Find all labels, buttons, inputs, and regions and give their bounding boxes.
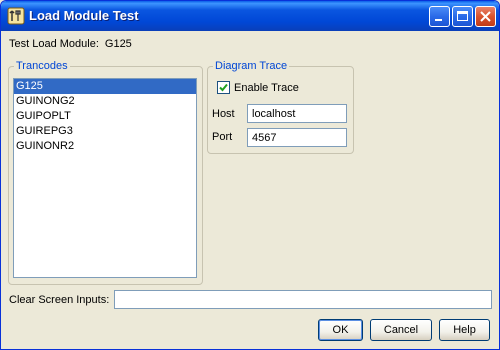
diagram-trace-group-title: Diagram Trace xyxy=(213,60,290,72)
checkmark-icon xyxy=(219,83,228,92)
title-bar[interactable]: Load Module Test xyxy=(1,1,499,31)
test-load-module-label: Test Load Module: xyxy=(9,38,99,50)
close-button[interactable] xyxy=(475,6,496,27)
list-item[interactable]: GUIREPG3 xyxy=(14,124,196,139)
minimize-button[interactable] xyxy=(429,6,450,27)
host-label: Host xyxy=(212,108,235,120)
maximize-button[interactable] xyxy=(452,6,473,27)
tools-icon xyxy=(7,7,25,25)
dialog-window: Load Module Test Test Load Module: G125 T… xyxy=(0,0,500,350)
clear-screen-inputs-field[interactable] xyxy=(114,290,492,309)
close-icon xyxy=(480,11,491,22)
help-button[interactable]: Help xyxy=(439,319,490,341)
enable-trace-row[interactable]: Enable Trace xyxy=(217,81,299,94)
list-item[interactable]: GUINONG2 xyxy=(14,94,196,109)
ok-button[interactable]: OK xyxy=(318,319,363,341)
trancodes-group-title: Trancodes xyxy=(14,60,70,72)
trancodes-group: Trancodes G125 GUINONG2 GUIPOPLT GUIREPG… xyxy=(8,60,203,285)
enable-trace-label[interactable]: Enable Trace xyxy=(234,82,299,94)
cancel-button[interactable]: Cancel xyxy=(370,319,432,341)
trancodes-list[interactable]: G125 GUINONG2 GUIPOPLT GUIREPG3 GUINONR2 xyxy=(13,78,197,278)
clear-screen-inputs-label: Clear Screen Inputs: xyxy=(9,294,110,306)
enable-trace-checkbox[interactable] xyxy=(217,81,230,94)
minimize-icon xyxy=(435,19,442,21)
port-input[interactable] xyxy=(247,128,347,147)
list-item[interactable]: GUINONR2 xyxy=(14,139,196,154)
window-title: Load Module Test xyxy=(29,8,139,23)
list-item[interactable]: G125 xyxy=(14,79,196,94)
diagram-trace-group: Diagram Trace Enable Trace Host Port xyxy=(207,60,354,154)
test-load-module-value: G125 xyxy=(104,38,132,50)
port-label: Port xyxy=(212,131,233,143)
test-load-module-row: Test Load Module: G125 xyxy=(9,38,138,50)
list-item[interactable]: GUIPOPLT xyxy=(14,109,196,124)
host-input[interactable] xyxy=(247,104,347,123)
